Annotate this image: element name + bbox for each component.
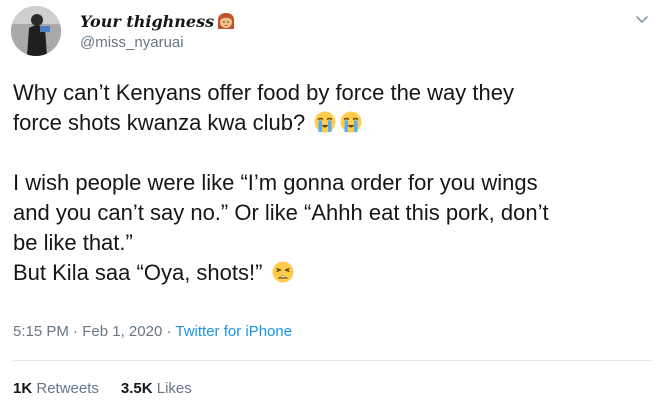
tweet-date[interactable]: Feb 1, 2020 <box>82 323 162 340</box>
loudly-crying-face-emoji <box>313 110 337 134</box>
chevron-down-icon[interactable] <box>634 13 650 25</box>
likes-count: 3.5K <box>120 380 153 397</box>
tweet-line-with-emoji: But Kila saa “Oya, shots!” <box>13 258 653 288</box>
tweet-card: Your thighness @miss_nyaruai Why can’t K… <box>0 0 666 406</box>
loudly-crying-face-emoji <box>339 110 363 134</box>
tweet-line: force shots kwanza kwa club? <box>13 110 306 135</box>
user-handle[interactable]: @miss_nyaruai <box>80 34 184 51</box>
retweets-count: 1K <box>13 380 33 397</box>
meta-separator: · <box>73 323 79 340</box>
woman-red-hair-face-emoji <box>216 11 236 31</box>
weary-face-emoji <box>271 260 295 284</box>
tweet-line: But Kila saa “Oya, shots!” <box>13 260 263 285</box>
tweet-meta: 5:15 PM · Feb 1, 2020 · Twitter for iPho… <box>13 323 292 340</box>
retweets-stat[interactable]: 1K Retweets <box>13 380 99 397</box>
retweets-label: Retweets <box>36 380 99 397</box>
avatar[interactable] <box>11 6 61 56</box>
tweet-line: Why can’t Kenyans offer food by force th… <box>13 80 514 105</box>
tweet-time[interactable]: 5:15 PM <box>13 323 69 340</box>
tweet-line: and you can’t say no.” Or like “Ahhh eat… <box>13 200 549 225</box>
tweet-source-link[interactable]: Twitter for iPhone <box>175 323 292 340</box>
tweet-text: Why can’t Kenyans offer food by force th… <box>13 78 653 288</box>
tweet-line: I wish people were like “I’m gonna order… <box>13 170 538 195</box>
tweet-line-with-emoji: force shots kwanza kwa club? <box>13 108 653 138</box>
tweet-line: be like that.” <box>13 230 133 255</box>
tweet-stats: 1K Retweets 3.5K Likes <box>13 380 192 397</box>
display-name[interactable]: Your thighness <box>80 12 214 31</box>
meta-separator: · <box>166 323 172 340</box>
likes-label: Likes <box>156 380 192 397</box>
divider <box>13 360 653 361</box>
likes-stat[interactable]: 3.5K Likes <box>121 380 192 397</box>
